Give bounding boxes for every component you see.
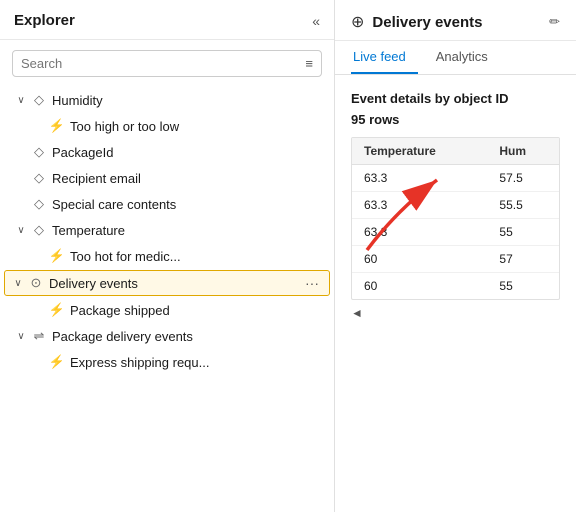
edit-icon[interactable]: ✏ — [549, 14, 560, 30]
tree-item-label: Delivery events — [49, 276, 138, 291]
cell-humidity: 55 — [487, 273, 559, 300]
tree-item-temperature-alert[interactable]: ⚡ Too hot for medic... — [0, 243, 334, 269]
hub-icon: ⊙ — [27, 275, 45, 291]
collapse-button[interactable]: « — [312, 13, 320, 29]
right-panel-title: Delivery events — [372, 14, 541, 31]
cell-temperature: 63.3 — [352, 219, 487, 246]
cell-humidity: 55.5 — [487, 192, 559, 219]
chevron-icon: ∨ — [14, 95, 28, 106]
tree-item-special-care[interactable]: ◇ Special care contents — [0, 191, 334, 217]
col-temperature: Temperature — [352, 138, 487, 165]
lightning-icon: ⚡ — [48, 354, 66, 370]
lightning-icon: ⚡ — [48, 118, 66, 134]
content-area: Event details by object ID 95 rows Tempe… — [335, 75, 576, 512]
chevron-icon: ∨ — [11, 278, 25, 289]
tree-container: ∨ ◇ Humidity ⚡ Too high or too low ◇ Pac… — [0, 87, 334, 512]
tree-item-label: Package delivery events — [52, 329, 193, 344]
tree-item-label: Recipient email — [52, 171, 141, 186]
tree-item-package-shipped[interactable]: ⚡ Package shipped — [0, 297, 334, 323]
explorer-panel: Explorer « ≡ ∨ ◇ Humidity ⚡ Too high or … — [0, 0, 335, 512]
search-input[interactable] — [21, 56, 305, 71]
tree-item-label: Special care contents — [52, 197, 176, 212]
diamond-icon: ◇ — [30, 144, 48, 160]
cell-temperature: 63.3 — [352, 192, 487, 219]
diamond-icon: ◇ — [30, 92, 48, 108]
lightning-icon: ⚡ — [48, 248, 66, 264]
tree-item-label: Too high or too low — [70, 119, 179, 134]
tree-item-humidity[interactable]: ∨ ◇ Humidity — [0, 87, 334, 113]
data-table: Temperature Hum 63.357.563.355.563.35560… — [352, 138, 559, 299]
tree-item-temperature[interactable]: ∨ ◇ Temperature — [0, 217, 334, 243]
tree-item-packageid[interactable]: ◇ PackageId — [0, 139, 334, 165]
diamond-icon: ◇ — [30, 196, 48, 212]
tree-item-label: PackageId — [52, 145, 113, 160]
right-header: ⊕ Delivery events ✏ — [335, 0, 576, 41]
tree-item-package-delivery[interactable]: ∨ ⇌ Package delivery events — [0, 323, 334, 349]
data-table-wrapper: Temperature Hum 63.357.563.355.563.35560… — [351, 137, 560, 300]
row-count: 95 rows — [351, 112, 560, 127]
cell-temperature: 60 — [352, 273, 487, 300]
scroll-left-icon[interactable]: ◄ — [351, 306, 363, 320]
chevron-icon: ∨ — [14, 331, 28, 342]
table-row: 63.357.5 — [352, 165, 559, 192]
tab-live-feed[interactable]: Live feed — [351, 41, 418, 74]
delivery-events-icon: ⊕ — [351, 12, 364, 32]
section-title: Event details by object ID — [351, 91, 560, 106]
tree-item-express-shipping[interactable]: ⚡ Express shipping requ... — [0, 349, 334, 375]
tree-item-label: Temperature — [52, 223, 125, 238]
tabs-container: Live feed Analytics — [335, 41, 576, 75]
tree-item-label: Humidity — [52, 93, 103, 108]
tab-analytics[interactable]: Analytics — [434, 41, 500, 74]
tree-item-delivery-events[interactable]: ∨ ⊙ Delivery events ··· — [4, 270, 330, 296]
table-row: 6055 — [352, 273, 559, 300]
chevron-icon: ∨ — [14, 225, 28, 236]
table-row: 63.355.5 — [352, 192, 559, 219]
tree-item-label: Express shipping requ... — [70, 355, 209, 370]
tree-item-recipient-email[interactable]: ◇ Recipient email — [0, 165, 334, 191]
stream-icon: ⇌ — [30, 328, 48, 344]
cell-temperature: 60 — [352, 246, 487, 273]
table-row: 63.355 — [352, 219, 559, 246]
cell-humidity: 57.5 — [487, 165, 559, 192]
col-humidity: Hum — [487, 138, 559, 165]
diamond-icon: ◇ — [30, 222, 48, 238]
explorer-title: Explorer — [14, 12, 75, 29]
table-row: 6057 — [352, 246, 559, 273]
tree-item-label: Package shipped — [70, 303, 170, 318]
explorer-header: Explorer « — [0, 0, 334, 40]
tree-item-label: Too hot for medic... — [70, 249, 181, 264]
cell-humidity: 57 — [487, 246, 559, 273]
cell-humidity: 55 — [487, 219, 559, 246]
search-bar[interactable]: ≡ — [12, 50, 322, 77]
tree-item-humidity-alert[interactable]: ⚡ Too high or too low — [0, 113, 334, 139]
diamond-icon: ◇ — [30, 170, 48, 186]
cell-temperature: 63.3 — [352, 165, 487, 192]
more-options-button[interactable]: ··· — [301, 275, 323, 291]
right-panel: ⊕ Delivery events ✏ Live feed Analytics … — [335, 0, 576, 512]
scroll-indicator: ◄ — [351, 306, 560, 320]
lightning-icon: ⚡ — [48, 302, 66, 318]
filter-icon[interactable]: ≡ — [305, 56, 313, 71]
